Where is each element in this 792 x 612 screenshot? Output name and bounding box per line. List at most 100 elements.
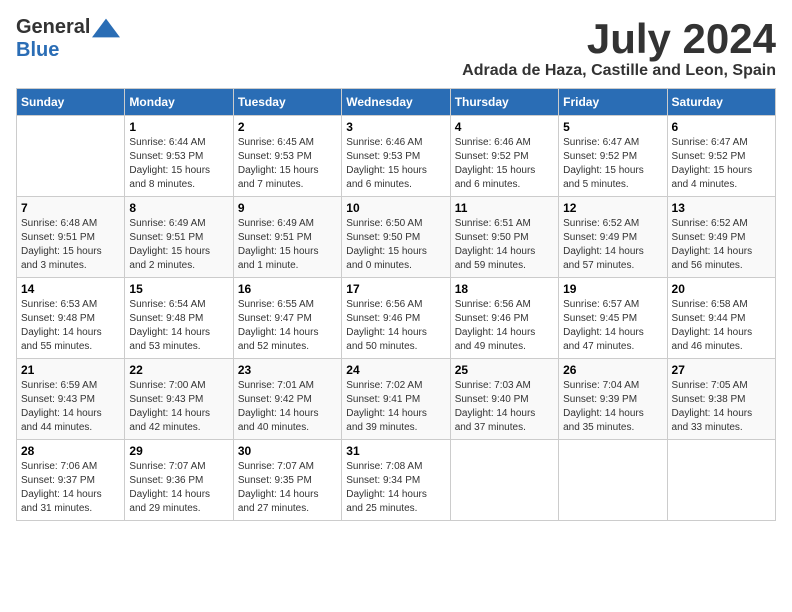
day-info: Sunrise: 7:00 AMSunset: 9:43 PMDaylight:… — [129, 379, 228, 435]
weekday-header-saturday: Saturday — [667, 89, 775, 116]
day-info: Sunrise: 6:47 AMSunset: 9:52 PMDaylight:… — [563, 136, 662, 192]
day-info: Sunrise: 7:03 AMSunset: 9:40 PMDaylight:… — [455, 379, 554, 435]
calendar-cell: 23 Sunrise: 7:01 AMSunset: 9:42 PMDayligh… — [233, 359, 341, 440]
day-info: Sunrise: 6:53 AMSunset: 9:48 PMDaylight:… — [21, 298, 120, 354]
calendar-cell: 10 Sunrise: 6:50 AMSunset: 9:50 PMDayligh… — [342, 197, 450, 278]
day-number: 19 — [563, 282, 662, 296]
calendar-cell: 13 Sunrise: 6:52 AMSunset: 9:49 PMDayligh… — [667, 197, 775, 278]
calendar-cell: 2Sunrise: 6:45 AMSunset: 9:53 PMDaylight… — [233, 116, 341, 197]
day-number: 12 — [563, 201, 662, 215]
day-info: Sunrise: 7:07 AMSunset: 9:36 PMDaylight:… — [129, 460, 228, 516]
day-info: Sunrise: 6:48 AMSunset: 9:51 PMDaylight:… — [21, 217, 120, 273]
day-number: 13 — [672, 201, 771, 215]
day-info: Sunrise: 6:46 AMSunset: 9:53 PMDaylight:… — [346, 136, 445, 192]
day-info: Sunrise: 6:50 AMSunset: 9:50 PMDaylight:… — [346, 217, 445, 273]
weekday-header-sunday: Sunday — [17, 89, 125, 116]
calendar-week-row: 14 Sunrise: 6:53 AMSunset: 9:48 PMDayligh… — [17, 278, 776, 359]
calendar-cell: 14 Sunrise: 6:53 AMSunset: 9:48 PMDayligh… — [17, 278, 125, 359]
calendar-cell: 12 Sunrise: 6:52 AMSunset: 9:49 PMDayligh… — [559, 197, 667, 278]
logo: General Blue — [16, 16, 120, 62]
day-number: 21 — [21, 363, 120, 377]
day-info: Sunrise: 6:59 AMSunset: 9:43 PMDaylight:… — [21, 379, 120, 435]
calendar-table: SundayMondayTuesdayWednesdayThursdayFrid… — [16, 88, 776, 521]
calendar-cell: 17Sunrise: 6:56 AMSunset: 9:46 PMDayligh… — [342, 278, 450, 359]
day-number: 20 — [672, 282, 771, 296]
calendar-cell: 4 Sunrise: 6:46 AMSunset: 9:52 PMDaylight… — [450, 116, 558, 197]
day-number: 4 — [455, 120, 554, 134]
calendar-cell — [450, 440, 558, 521]
day-info: Sunrise: 7:05 AMSunset: 9:38 PMDaylight:… — [672, 379, 771, 435]
day-info: Sunrise: 7:06 AMSunset: 9:37 PMDaylight:… — [21, 460, 120, 516]
calendar-cell: 6Sunrise: 6:47 AMSunset: 9:52 PMDaylight… — [667, 116, 775, 197]
calendar-cell: 25 Sunrise: 7:03 AMSunset: 9:40 PMDayligh… — [450, 359, 558, 440]
day-number: 5 — [563, 120, 662, 134]
logo-blue-text: Blue — [16, 39, 59, 61]
calendar-cell: 27Sunrise: 7:05 AMSunset: 9:38 PMDayligh… — [667, 359, 775, 440]
calendar-cell: 5 Sunrise: 6:47 AMSunset: 9:52 PMDaylight… — [559, 116, 667, 197]
day-info: Sunrise: 6:56 AMSunset: 9:46 PMDaylight:… — [455, 298, 554, 354]
day-number: 9 — [238, 201, 337, 215]
day-info: Sunrise: 6:45 AMSunset: 9:53 PMDaylight:… — [238, 136, 337, 192]
calendar-cell: 29 Sunrise: 7:07 AMSunset: 9:36 PMDayligh… — [125, 440, 233, 521]
day-number: 3 — [346, 120, 445, 134]
calendar-cell: 28Sunrise: 7:06 AMSunset: 9:37 PMDayligh… — [17, 440, 125, 521]
day-info: Sunrise: 6:51 AMSunset: 9:50 PMDaylight:… — [455, 217, 554, 273]
day-info: Sunrise: 7:04 AMSunset: 9:39 PMDaylight:… — [563, 379, 662, 435]
calendar-cell: 18Sunrise: 6:56 AMSunset: 9:46 PMDayligh… — [450, 278, 558, 359]
day-number: 16 — [238, 282, 337, 296]
calendar-cell: 26 Sunrise: 7:04 AMSunset: 9:39 PMDayligh… — [559, 359, 667, 440]
day-number: 23 — [238, 363, 337, 377]
calendar-cell: 15Sunrise: 6:54 AMSunset: 9:48 PMDayligh… — [125, 278, 233, 359]
weekday-header-friday: Friday — [559, 89, 667, 116]
day-number: 11 — [455, 201, 554, 215]
page-header: General Blue July 2024 Adrada de Haza, C… — [16, 16, 776, 80]
calendar-cell: 31 Sunrise: 7:08 AMSunset: 9:34 PMDayligh… — [342, 440, 450, 521]
calendar-cell: 19 Sunrise: 6:57 AMSunset: 9:45 PMDayligh… — [559, 278, 667, 359]
weekday-header-wednesday: Wednesday — [342, 89, 450, 116]
calendar-cell: 30 Sunrise: 7:07 AMSunset: 9:35 PMDayligh… — [233, 440, 341, 521]
day-info: Sunrise: 7:08 AMSunset: 9:34 PMDaylight:… — [346, 460, 445, 516]
logo-general-text: General — [16, 16, 90, 39]
day-info: Sunrise: 6:46 AMSunset: 9:52 PMDaylight:… — [455, 136, 554, 192]
day-number: 14 — [21, 282, 120, 296]
day-info: Sunrise: 6:52 AMSunset: 9:49 PMDaylight:… — [672, 217, 771, 273]
calendar-cell: 21 Sunrise: 6:59 AMSunset: 9:43 PMDayligh… — [17, 359, 125, 440]
day-number: 25 — [455, 363, 554, 377]
calendar-cell: 3 Sunrise: 6:46 AMSunset: 9:53 PMDaylight… — [342, 116, 450, 197]
day-number: 30 — [238, 444, 337, 458]
title-section: July 2024 Adrada de Haza, Castille and L… — [462, 16, 776, 80]
calendar-cell: 7 Sunrise: 6:48 AMSunset: 9:51 PMDaylight… — [17, 197, 125, 278]
day-number: 1 — [129, 120, 228, 134]
day-info: Sunrise: 6:58 AMSunset: 9:44 PMDaylight:… — [672, 298, 771, 354]
weekday-header-monday: Monday — [125, 89, 233, 116]
logo-icon — [92, 18, 120, 38]
day-number: 10 — [346, 201, 445, 215]
day-info: Sunrise: 7:02 AMSunset: 9:41 PMDaylight:… — [346, 379, 445, 435]
day-info: Sunrise: 6:44 AMSunset: 9:53 PMDaylight:… — [129, 136, 228, 192]
day-number: 31 — [346, 444, 445, 458]
calendar-week-row: 21 Sunrise: 6:59 AMSunset: 9:43 PMDayligh… — [17, 359, 776, 440]
calendar-cell — [667, 440, 775, 521]
day-info: Sunrise: 6:54 AMSunset: 9:48 PMDaylight:… — [129, 298, 228, 354]
calendar-cell: 24Sunrise: 7:02 AMSunset: 9:41 PMDayligh… — [342, 359, 450, 440]
day-number: 26 — [563, 363, 662, 377]
day-info: Sunrise: 7:01 AMSunset: 9:42 PMDaylight:… — [238, 379, 337, 435]
calendar-cell: 11 Sunrise: 6:51 AMSunset: 9:50 PMDayligh… — [450, 197, 558, 278]
day-info: Sunrise: 6:49 AMSunset: 9:51 PMDaylight:… — [238, 217, 337, 273]
day-number: 6 — [672, 120, 771, 134]
calendar-cell: 8Sunrise: 6:49 AMSunset: 9:51 PMDaylight… — [125, 197, 233, 278]
calendar-cell: 16 Sunrise: 6:55 AMSunset: 9:47 PMDayligh… — [233, 278, 341, 359]
weekday-header-tuesday: Tuesday — [233, 89, 341, 116]
day-number: 7 — [21, 201, 120, 215]
day-info: Sunrise: 6:52 AMSunset: 9:49 PMDaylight:… — [563, 217, 662, 273]
calendar-week-row: 1 Sunrise: 6:44 AMSunset: 9:53 PMDaylight… — [17, 116, 776, 197]
day-info: Sunrise: 7:07 AMSunset: 9:35 PMDaylight:… — [238, 460, 337, 516]
calendar-cell: 22Sunrise: 7:00 AMSunset: 9:43 PMDayligh… — [125, 359, 233, 440]
day-info: Sunrise: 6:57 AMSunset: 9:45 PMDaylight:… — [563, 298, 662, 354]
day-info: Sunrise: 6:55 AMSunset: 9:47 PMDaylight:… — [238, 298, 337, 354]
calendar-week-row: 28Sunrise: 7:06 AMSunset: 9:37 PMDayligh… — [17, 440, 776, 521]
day-number: 29 — [129, 444, 228, 458]
calendar-cell: 1 Sunrise: 6:44 AMSunset: 9:53 PMDaylight… — [125, 116, 233, 197]
month-title: July 2024 — [462, 16, 776, 62]
calendar-header-row: SundayMondayTuesdayWednesdayThursdayFrid… — [17, 89, 776, 116]
